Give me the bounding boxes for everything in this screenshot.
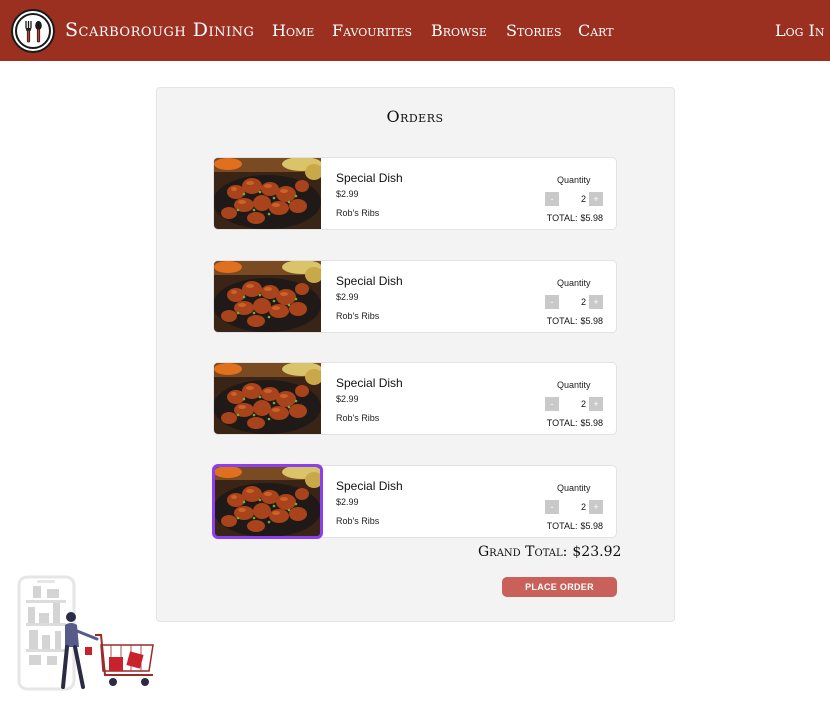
quantity-input[interactable] (559, 500, 589, 514)
dish-name: Special Dish (336, 479, 403, 493)
quantity-label: Quantity (557, 380, 591, 390)
total-label: TOTAL: (546, 316, 578, 326)
total-label: TOTAL: (546, 418, 578, 428)
order-item: Special Dish $2.99 Rob's Ribs Quantity -… (212, 464, 617, 539)
increment-button[interactable]: + (589, 500, 603, 514)
increment-button[interactable]: + (589, 397, 603, 411)
dish-image[interactable] (214, 363, 321, 434)
grand-total: Grand Total: $23.92 (478, 544, 621, 560)
restaurant-name: Rob's Ribs (336, 208, 380, 218)
dish-price: $2.99 (336, 497, 359, 507)
order-item: Special Dish $2.99 Rob's Ribs Quantity -… (213, 260, 617, 333)
line-total: TOTAL: $5.98 (547, 418, 603, 428)
dish-price: $2.99 (336, 394, 359, 404)
line-total: TOTAL: $5.98 (547, 521, 603, 531)
increment-button[interactable]: + (589, 192, 603, 206)
nav-cart[interactable]: Cart (578, 21, 614, 40)
total-value: $5.98 (580, 316, 603, 326)
fork-spoon-icon[interactable] (11, 9, 55, 53)
restaurant-name: Rob's Ribs (336, 516, 380, 526)
quantity-stepper: - + (545, 397, 603, 411)
grand-total-label: Grand Total: (478, 544, 568, 560)
dish-image[interactable] (214, 261, 321, 332)
quantity-input[interactable] (559, 397, 589, 411)
dish-price: $2.99 (336, 189, 359, 199)
total-label: TOTAL: (546, 521, 578, 531)
quantity-label: Quantity (557, 278, 591, 288)
restaurant-name: Rob's Ribs (336, 311, 380, 321)
order-item: Special Dish $2.99 Rob's Ribs Quantity -… (213, 157, 617, 230)
restaurant-name: Rob's Ribs (336, 413, 380, 423)
decrement-button[interactable]: - (545, 295, 559, 309)
order-item: Special Dish $2.99 Rob's Ribs Quantity -… (213, 362, 617, 435)
decrement-button[interactable]: - (545, 500, 559, 514)
quantity-stepper: - + (545, 192, 603, 206)
place-order-button[interactable]: PLACE ORDER (502, 577, 617, 597)
quantity-label: Quantity (557, 483, 591, 493)
nav-browse[interactable]: Browse (431, 21, 487, 40)
total-label: TOTAL: (546, 213, 578, 223)
page-title: Orders (386, 107, 444, 126)
nav-stories[interactable]: Stories (506, 21, 562, 40)
login-link[interactable]: Log In (775, 21, 824, 40)
nav-favourites[interactable]: Favourites (332, 21, 412, 40)
line-total: TOTAL: $5.98 (547, 213, 603, 223)
quantity-stepper: - + (545, 500, 603, 514)
quantity-input[interactable] (559, 295, 589, 309)
line-total: TOTAL: $5.98 (547, 316, 603, 326)
brand-name[interactable]: Scarborough Dining (65, 19, 254, 41)
quantity-label: Quantity (557, 175, 591, 185)
navbar: Scarborough Dining Home Favourites Brows… (0, 0, 830, 61)
quantity-input[interactable] (559, 192, 589, 206)
decrement-button[interactable]: - (545, 192, 559, 206)
total-value: $5.98 (580, 213, 603, 223)
dish-price: $2.99 (336, 292, 359, 302)
dish-name: Special Dish (336, 376, 403, 390)
dish-name: Special Dish (336, 171, 403, 185)
nav-home[interactable]: Home (272, 21, 314, 40)
quantity-stepper: - + (545, 295, 603, 309)
decrement-button[interactable]: - (545, 397, 559, 411)
dish-image[interactable] (214, 158, 321, 229)
dish-image[interactable] (212, 464, 323, 539)
dish-name: Special Dish (336, 274, 403, 288)
total-value: $5.98 (580, 521, 603, 531)
increment-button[interactable]: + (589, 295, 603, 309)
shopping-cart-illustration (15, 573, 160, 698)
total-value: $5.98 (580, 418, 603, 428)
grand-total-value: $23.92 (572, 544, 622, 560)
